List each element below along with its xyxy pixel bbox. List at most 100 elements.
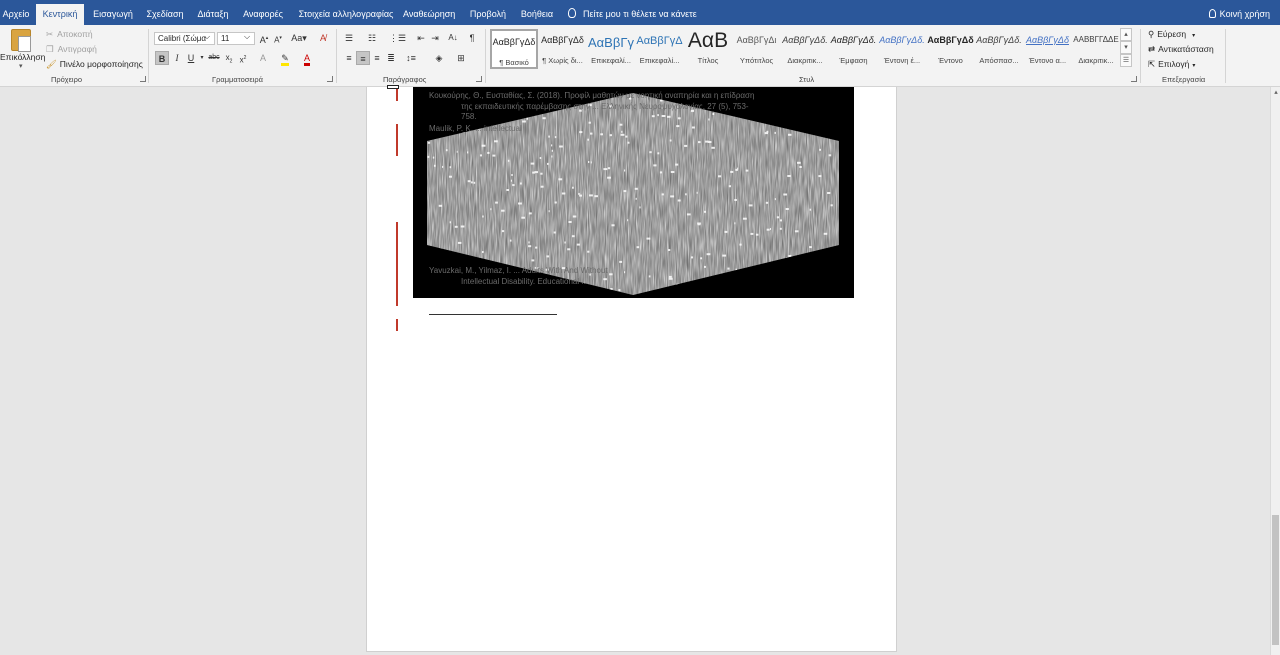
italic-icon[interactable]: I <box>170 51 184 65</box>
show-formatting-marks-icon[interactable]: ¶ <box>465 31 479 45</box>
style-gallery-item[interactable]: ΑαΒβΓγΔ Επικεφαλί... <box>636 29 684 69</box>
multilevel-list-icon[interactable]: ⋮☰ <box>389 31 406 45</box>
styles-launcher-icon[interactable] <box>1131 76 1137 82</box>
paste-button[interactable]: Επικόλληση <box>0 52 45 62</box>
paste-dropdown-icon[interactable]: ▾ <box>19 62 23 70</box>
tab-item[interactable]: Στοιχεία αλληλογραφίας <box>297 4 395 25</box>
picture-dot <box>487 151 490 154</box>
paragraph-launcher-icon[interactable] <box>476 76 482 82</box>
scrollbar-thumb[interactable] <box>1272 515 1279 645</box>
format-painter-button[interactable]: 🖌 Πινέλο μορφοποίησης <box>46 59 143 70</box>
style-gallery-item[interactable]: ΑΑΒΒΓΓΔΔΕ Διακριτικ... <box>1072 29 1120 69</box>
shrink-font-icon[interactable]: A▾ <box>271 31 285 45</box>
tab-item[interactable]: Προβολή <box>469 4 507 25</box>
align-left-icon[interactable]: ≡ <box>342 51 356 65</box>
align-right-icon[interactable]: ≡ <box>370 51 384 65</box>
text-effects-icon[interactable]: A <box>256 51 270 65</box>
picture-dot <box>828 154 832 157</box>
tab-item[interactable]: Αναθεώρηση <box>403 4 455 25</box>
bold-icon[interactable]: B <box>155 51 169 65</box>
picture-dot <box>734 199 737 201</box>
copy-button[interactable]: ❐ Αντιγραφή <box>46 44 97 55</box>
share-button[interactable]: Κοινή χρήση <box>1208 4 1270 24</box>
style-gallery-item[interactable]: ΑαΒβΓγΔδ. Έντονη έ... <box>878 29 926 69</box>
subscript-icon[interactable]: x2 <box>222 51 236 65</box>
cut-button[interactable]: ✂ Αποκοπή <box>46 29 93 40</box>
style-gallery-item[interactable]: ΑαΒβΓγΔδ ¶ Βασικό <box>490 29 538 69</box>
shading-icon[interactable]: ◈ <box>432 51 446 65</box>
tell-me-box[interactable]: Πείτε μου τι θέλετε να κάνετε <box>568 4 697 24</box>
picture-dot <box>435 118 437 121</box>
clipboard-launcher-icon[interactable] <box>140 76 146 82</box>
highlight-icon[interactable]: ✎ <box>278 51 292 66</box>
tab-item[interactable]: Αναφορές <box>243 4 283 25</box>
picture-dot <box>576 243 580 246</box>
superscript-icon[interactable]: x2 <box>236 51 250 65</box>
style-gallery-item[interactable]: ΑαΒ Τίτλος <box>684 29 732 69</box>
font-size-dropdown-icon[interactable]: ⌵ <box>244 32 250 42</box>
select-button[interactable]: ⇱ Επιλογή ▾ <box>1148 59 1195 70</box>
tab-file[interactable]: Αρχείο <box>2 4 30 25</box>
sort-icon[interactable]: A↓ <box>446 31 460 45</box>
tab-item[interactable]: Βοήθεια <box>520 4 554 25</box>
gallery-up-icon[interactable]: ▴ <box>1120 28 1132 41</box>
gallery-down-icon[interactable]: ▾ <box>1120 41 1132 54</box>
object-anchor-icon[interactable] <box>387 85 399 89</box>
style-gallery-item[interactable]: ΑαΒβΓγΔδ Έντονο <box>927 29 975 69</box>
style-gallery-item[interactable]: ΑαΒβΓγ Επικεφαλί... <box>587 29 635 69</box>
decrease-indent-icon[interactable]: ⇤ <box>414 31 428 45</box>
picture-dot <box>783 193 788 196</box>
bullets-icon[interactable]: ☰ <box>342 31 356 45</box>
replace-button[interactable]: ⇄ Αντικατάσταση <box>1148 44 1214 55</box>
style-gallery-item[interactable]: ΑαΒβΓγΔι Υπότιτλος <box>733 29 781 69</box>
find-button[interactable]: ⚲ Εύρεση ▾ <box>1148 29 1195 40</box>
align-center-icon[interactable]: ≡ <box>356 51 370 65</box>
picture-dot <box>510 179 512 182</box>
gallery-more-icon[interactable]: ☰ <box>1120 54 1132 67</box>
justify-icon[interactable]: ≣ <box>384 51 398 65</box>
picture-dot <box>793 276 795 279</box>
font-launcher-icon[interactable] <box>327 76 333 82</box>
picture-dot <box>449 166 452 169</box>
font-family-dropdown-icon[interactable]: ⌵ <box>204 32 210 42</box>
tab-item[interactable]: Σχεδίαση <box>145 4 185 25</box>
increase-indent-icon[interactable]: ⇥ <box>428 31 442 45</box>
style-gallery-item[interactable]: ΑαΒβΓγΔδ. Απόσπασ... <box>975 29 1023 69</box>
tell-me-label: Πείτε μου τι θέλετε να κάνετε <box>583 9 697 19</box>
style-gallery-item[interactable]: ΑαΒβΓγΔδ. Έμφαση <box>830 29 878 69</box>
numbering-icon[interactable]: ☷ <box>365 31 379 45</box>
change-case-icon[interactable]: Aa▾ <box>290 31 308 45</box>
picture-dot <box>475 289 477 292</box>
strikethrough-icon[interactable]: abc <box>207 51 221 65</box>
picture-dot <box>712 113 715 115</box>
style-gallery-item[interactable]: ΑαΒβΓγΔδ ¶ Χωρίς δι... <box>539 29 587 69</box>
group-divider <box>485 29 486 83</box>
picture-dot <box>832 249 837 252</box>
tab-item[interactable]: Εισαγωγή <box>93 4 133 25</box>
style-gallery-item[interactable]: ΑαΒβΓγΔδ Έντονο α... <box>1024 29 1072 69</box>
style-sample: ΑαΒβΓγΔδ <box>927 35 974 45</box>
vertical-scrollbar[interactable]: ▴ <box>1270 87 1280 655</box>
style-name: Τίτλος <box>697 56 719 65</box>
line-spacing-icon[interactable]: ↕≡ <box>404 51 418 65</box>
picture-dot <box>634 187 638 190</box>
inserted-picture[interactable]: Κουκούρης, Θ., Ευσταθίας, Σ. (2018). Προ… <box>413 87 854 298</box>
picture-dot <box>564 241 566 244</box>
picture-dot <box>521 216 525 219</box>
picture-dot <box>704 210 706 213</box>
grow-font-icon[interactable]: A▴ <box>257 31 271 45</box>
paste-icon[interactable] <box>11 29 31 52</box>
picture-dot <box>648 275 651 278</box>
clear-formatting-icon[interactable]: A̸ <box>316 31 330 45</box>
style-gallery-item[interactable]: ΑαΒβΓγΔδ. Διακριτικ... <box>781 29 829 69</box>
font-color-icon[interactable]: A <box>300 51 314 66</box>
picture-dot <box>708 118 710 121</box>
picture-dot <box>625 135 628 138</box>
tab-item[interactable]: Διάταξη <box>196 4 230 25</box>
style-sample: ΑαΒβΓγΔδ. <box>782 35 828 45</box>
picture-dot <box>763 108 766 111</box>
tab-item[interactable]: Κεντρική <box>36 4 84 25</box>
picture-dot <box>649 151 652 154</box>
borders-icon[interactable]: ⊞ <box>454 51 468 65</box>
scroll-up-icon[interactable]: ▴ <box>1272 89 1280 97</box>
